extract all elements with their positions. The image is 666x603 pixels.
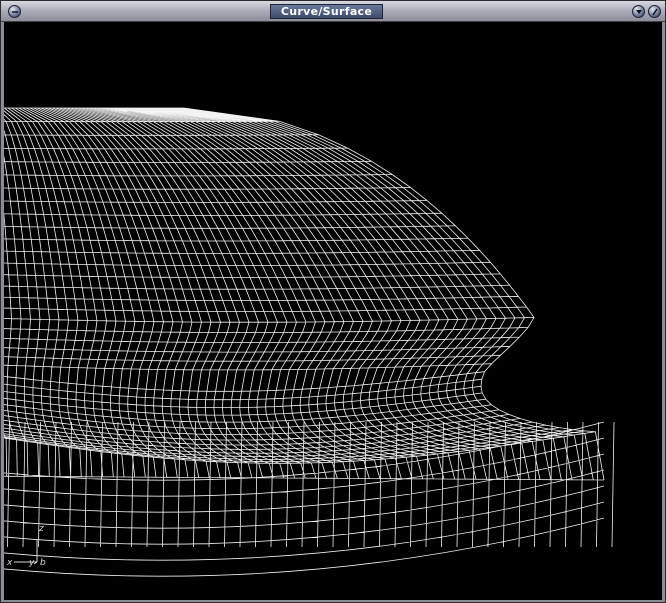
axis-label-x: x	[6, 558, 13, 568]
mesh-lines	[4, 107, 615, 577]
chevron-down-icon	[636, 10, 642, 14]
axis-triad: z x y b	[6, 524, 46, 568]
axis-label-y: y	[28, 558, 35, 568]
wireframe-surface: z x y b	[4, 107, 615, 577]
close-button[interactable]	[648, 5, 661, 18]
minus-icon	[12, 11, 18, 13]
slash-icon	[652, 8, 658, 16]
curve-surface-window: Curve/Surface z x y b	[0, 0, 666, 603]
3d-viewport[interactable]: z x y b	[4, 22, 662, 600]
window-title: Curve/Surface	[270, 4, 383, 19]
title-bar[interactable]: Curve/Surface	[1, 1, 665, 22]
head-mesh	[4, 107, 615, 577]
axis-label-z: z	[38, 524, 44, 534]
minimize-button[interactable]	[632, 5, 645, 18]
axis-label-origin: b	[40, 558, 46, 568]
window-menu-button[interactable]	[8, 5, 21, 18]
